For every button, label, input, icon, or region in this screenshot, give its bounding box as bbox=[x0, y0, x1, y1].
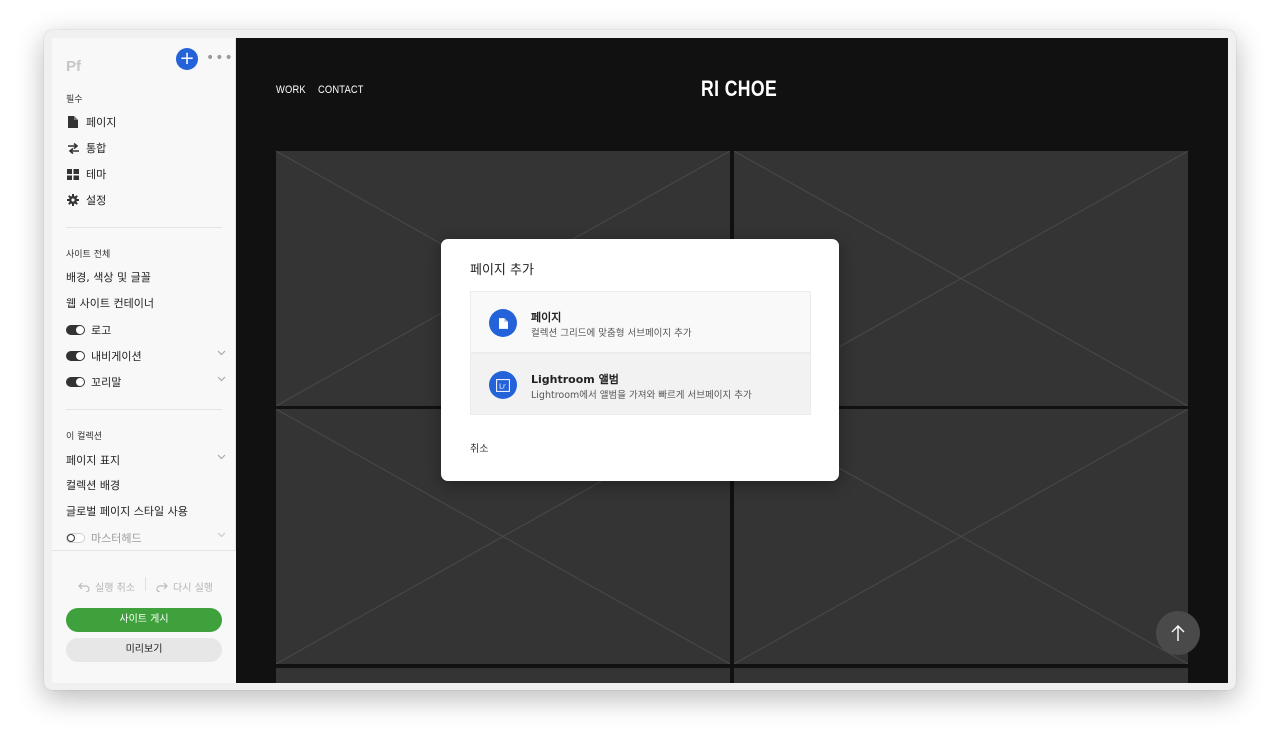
sidebar: Pf + ••• 필수 페이지 통합 테마 설정 사이트 전체 배경, 색상 및… bbox=[52, 38, 236, 683]
divider bbox=[66, 409, 222, 410]
sidebar-footer: 실행 취소 다시 실행 사이트 게시 미리보기 bbox=[52, 550, 236, 683]
integration-icon bbox=[66, 141, 80, 155]
redo-icon bbox=[156, 582, 168, 592]
cancel-button[interactable]: 취소 bbox=[470, 440, 488, 455]
section-label-required: 필수 bbox=[66, 95, 83, 105]
sidebar-item-navigation[interactable]: 내비게이션 bbox=[66, 347, 226, 365]
site-preview-canvas: WORK CONTACT RI CHOE 페이지 추가 페이지 컬렉션 그리드에… bbox=[236, 38, 1228, 683]
divider bbox=[66, 227, 222, 228]
preview-button[interactable]: 미리보기 bbox=[66, 638, 222, 662]
redo-label: 다시 실행 bbox=[173, 583, 213, 594]
undo-button[interactable]: 실행 취소 bbox=[78, 579, 135, 594]
sidebar-item-background[interactable]: 배경, 색상 및 글꼴 bbox=[66, 269, 151, 287]
add-page-button[interactable]: + bbox=[176, 48, 198, 70]
undo-label: 실행 취소 bbox=[95, 583, 135, 594]
more-options-button[interactable]: ••• bbox=[206, 48, 233, 70]
sidebar-item-label: 페이지 bbox=[86, 116, 117, 129]
sidebar-item-logo[interactable]: 로고 bbox=[66, 321, 226, 339]
sidebar-item-label: 테마 bbox=[86, 168, 107, 181]
sidebar-item-label: 로고 bbox=[91, 324, 112, 337]
lightroom-icon: Lr bbox=[489, 371, 517, 399]
sidebar-item-label: 통합 bbox=[86, 142, 107, 155]
option-lightroom-album[interactable]: Lr Lightroom 앨범 Lightroom에서 앨범을 가져와 빠르게 … bbox=[470, 353, 811, 415]
masthead-toggle[interactable] bbox=[66, 533, 85, 543]
sidebar-item-footer[interactable]: 꼬리말 bbox=[66, 373, 226, 391]
add-page-dialog: 페이지 추가 페이지 컬렉션 그리드에 맞춤형 서브페이지 추가 Lr Ligh… bbox=[441, 239, 839, 481]
app-window: Pf + ••• 필수 페이지 통합 테마 설정 사이트 전체 배경, 색상 및… bbox=[44, 30, 1236, 690]
page-icon bbox=[66, 115, 80, 129]
sidebar-item-theme[interactable]: 테마 bbox=[66, 164, 106, 184]
divider bbox=[145, 577, 146, 591]
footer-toggle[interactable] bbox=[66, 377, 85, 387]
option-description: Lightroom에서 앨범을 가져와 빠르게 서브페이지 추가 bbox=[531, 390, 752, 401]
dialog-title: 페이지 추가 bbox=[470, 263, 534, 278]
sidebar-item-label: 내비게이션 bbox=[91, 350, 142, 363]
navigation-toggle[interactable] bbox=[66, 351, 85, 361]
sidebar-item-settings[interactable]: 설정 bbox=[66, 190, 106, 210]
option-page[interactable]: 페이지 컬렉션 그리드에 맞춤형 서브페이지 추가 bbox=[470, 291, 811, 353]
svg-text:Lr: Lr bbox=[499, 382, 506, 390]
sidebar-item-label: 페이지 표지 bbox=[66, 454, 121, 467]
chevron-down-icon[interactable] bbox=[217, 376, 226, 382]
app-logo: Pf bbox=[66, 58, 81, 75]
sidebar-item-label: 설정 bbox=[86, 194, 107, 207]
sidebar-item-container[interactable]: 웹 사이트 컨테이너 bbox=[66, 295, 154, 313]
sidebar-item-label: 마스터헤드 bbox=[91, 532, 142, 545]
section-label-site-wide: 사이트 전체 bbox=[66, 250, 111, 260]
redo-button[interactable]: 다시 실행 bbox=[156, 579, 213, 594]
chevron-down-icon[interactable] bbox=[217, 350, 226, 356]
sidebar-item-collection-bg[interactable]: 컬렉션 배경 bbox=[66, 477, 120, 495]
sidebar-item-masthead[interactable]: 마스터헤드 bbox=[66, 529, 226, 547]
modal-overlay: 페이지 추가 페이지 컬렉션 그리드에 맞춤형 서브페이지 추가 Lr Ligh… bbox=[236, 38, 1228, 683]
publish-site-button[interactable]: 사이트 게시 bbox=[66, 608, 222, 632]
option-title: 페이지 bbox=[531, 311, 562, 324]
option-title: Lightroom 앨범 bbox=[531, 373, 619, 386]
sidebar-item-global-style[interactable]: 글로벌 페이지 스타일 사용 bbox=[66, 503, 188, 521]
logo-toggle[interactable] bbox=[66, 325, 85, 335]
undo-icon bbox=[78, 582, 90, 592]
chevron-down-icon[interactable] bbox=[217, 532, 226, 538]
section-label-collection: 이 컬렉션 bbox=[66, 432, 102, 442]
sidebar-item-pages[interactable]: 페이지 bbox=[66, 112, 116, 132]
option-description: 컬렉션 그리드에 맞춤형 서브페이지 추가 bbox=[531, 328, 692, 339]
gear-icon bbox=[66, 193, 80, 207]
theme-icon bbox=[66, 167, 80, 181]
chevron-down-icon[interactable] bbox=[217, 454, 226, 460]
sidebar-item-label: 꼬리말 bbox=[91, 376, 122, 389]
sidebar-item-integration[interactable]: 통합 bbox=[66, 138, 106, 158]
page-icon bbox=[489, 309, 517, 337]
sidebar-item-page-display[interactable]: 페이지 표지 bbox=[66, 451, 226, 469]
